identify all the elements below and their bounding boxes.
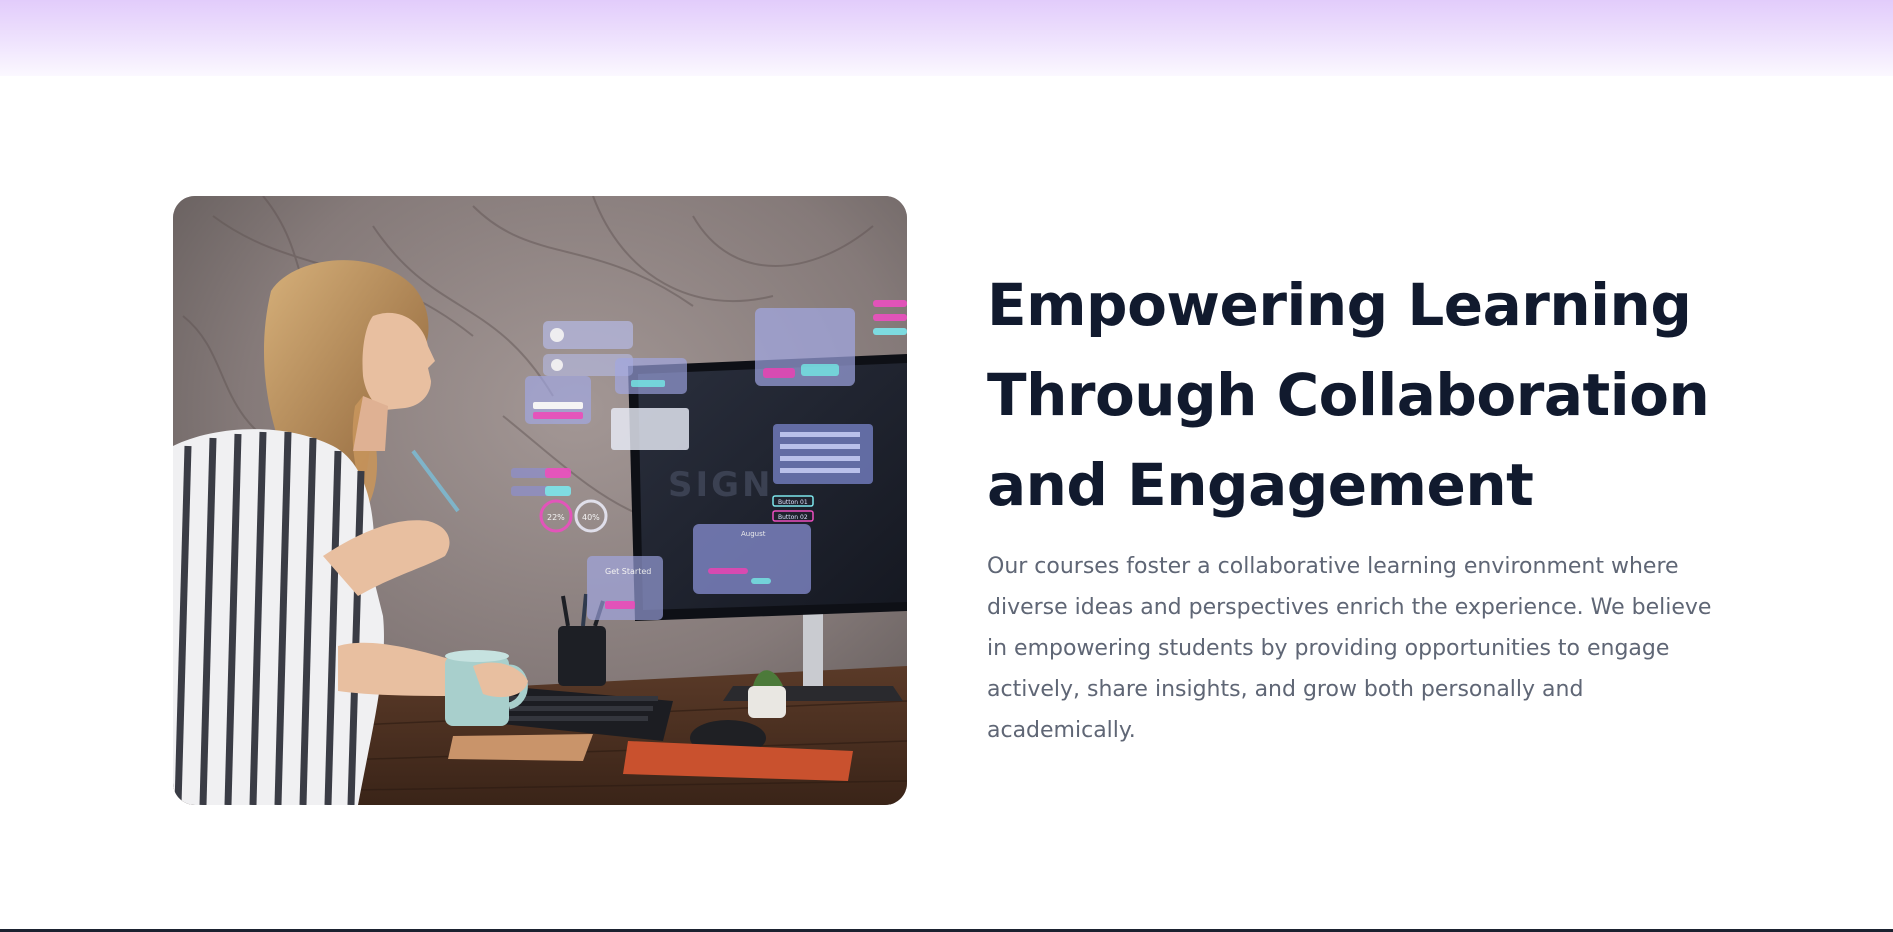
kraft-notebook [448, 734, 593, 761]
hero-image: SIGN Button 01 Button 02 22% 40% Get Sta… [173, 196, 907, 805]
svg-text:40%: 40% [582, 513, 600, 522]
svg-text:Get Started: Get Started [605, 567, 651, 576]
top-gradient-band [0, 0, 1893, 76]
svg-text:August: August [741, 530, 766, 538]
page-title: Empowering Learning Through Collaboratio… [987, 271, 1710, 519]
svg-text:Button 02: Button 02 [778, 514, 808, 521]
description-text: Our courses foster a collaborative learn… [987, 554, 1712, 743]
svg-text:22%: 22% [547, 513, 565, 522]
svg-text:Button 01: Button 01 [778, 499, 808, 506]
screen-logo-text: SIGN [668, 465, 774, 505]
